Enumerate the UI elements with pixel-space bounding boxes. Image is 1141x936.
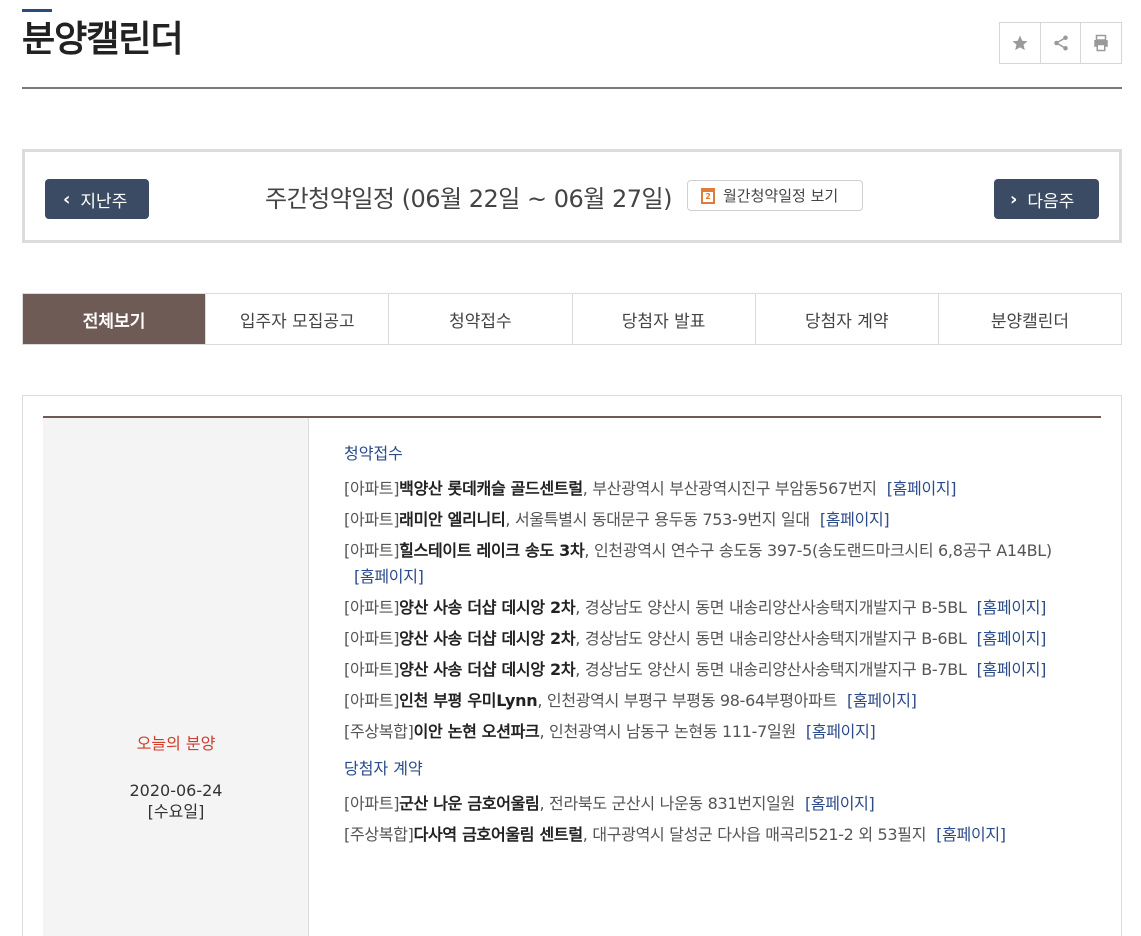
list-item: [주상복합]이안 논현 오션파크, 인천광역시 남동구 논현동 111-7일원 [… [344, 719, 1064, 745]
homepage-link[interactable]: [홈페이지] [820, 510, 890, 529]
monthly-schedule-label: 월간청약일정 보기 [723, 187, 839, 205]
monthly-schedule-button[interactable]: 2 월간청약일정 보기 [687, 180, 863, 211]
list-item: [아파트]백양산 롯데캐슬 골드센트럴, 부산광역시 부산광역시진구 부암동56… [344, 476, 1064, 502]
tab-application[interactable]: 청약접수 [389, 294, 573, 344]
list-item: [아파트]인천 부평 우미Lynn, 인천광역시 부평구 부평동 98-64부평… [344, 688, 1064, 714]
entry-kind: [아파트] [344, 510, 400, 529]
entry-address: , 인천광역시 연수구 송도동 397-5(송도랜드마크시티 6,8공구 A14… [584, 541, 1052, 560]
entry-name: 래미안 엘리니티 [399, 510, 506, 529]
entry-name: 양산 사송 더샵 데시앙 2차 [399, 629, 576, 648]
section-heading: 당첨자 계약 [344, 759, 423, 778]
entry-kind: [주상복합] [344, 722, 414, 741]
next-week-label: 다음주 [1027, 191, 1075, 212]
list-item: [아파트]군산 나운 금호어울림, 전라북도 군산시 나운동 831번지일원 [홈… [344, 791, 1064, 817]
list-item: [아파트]양산 사송 더샵 데시앙 2차, 경상남도 양산시 동면 내송리양산사… [344, 595, 1064, 621]
entry-address: , 경상남도 양산시 동면 내송리양산사송택지개발지구 B-5BL [575, 598, 967, 617]
entry-name: 양산 사송 더샵 데시앙 2차 [399, 598, 576, 617]
entry-kind: [아파트] [344, 541, 400, 560]
entry-address: , 전라북도 군산시 나운동 831번지일원 [539, 794, 795, 813]
page-tools [999, 22, 1122, 64]
entry-name: 인천 부평 우미Lynn [399, 691, 538, 710]
schedule-list: 청약접수 [아파트]백양산 롯데캐슬 골드센트럴, 부산광역시 부산광역시진구 부… [344, 442, 1064, 853]
entry-address: , 인천광역시 부평구 부평동 98-64부평아파트 [537, 691, 837, 710]
entry-name: 다사역 금호어울림 센트럴 [413, 825, 583, 844]
week-range-title: 주간청약일정 (06월 22일 ~ 06월 27일) [265, 185, 672, 213]
entry-name: 군산 나운 금호어울림 [399, 794, 540, 813]
favorite-button[interactable] [1000, 23, 1041, 63]
list-item: [주상복합]다사역 금호어울림 센트럴, 대구광역시 달성군 다사읍 매곡리52… [344, 822, 1064, 848]
calendar-icon: 2 [701, 187, 715, 204]
list-item: [아파트]양산 사송 더샵 데시앙 2차, 경상남도 양산시 동면 내송리양산사… [344, 626, 1064, 652]
title-divider [22, 87, 1122, 89]
tab-calendar[interactable]: 분양캘린더 [938, 294, 1122, 344]
entry-kind: [아파트] [344, 691, 400, 710]
entry-address: , 경상남도 양산시 동면 내송리양산사송택지개발지구 B-6BL [575, 629, 967, 648]
chevron-right-icon: › [1010, 188, 1018, 210]
section-heading: 청약접수 [344, 444, 403, 463]
date-info: 2020-06-24 [수요일] [43, 780, 309, 822]
date-column: 오늘의 분양 2020-06-24 [수요일] [43, 418, 309, 936]
homepage-link[interactable]: [홈페이지] [805, 794, 875, 813]
share-icon [1052, 34, 1070, 52]
homepage-link[interactable]: [홈페이지] [887, 479, 957, 498]
next-week-button[interactable]: › 다음주 [994, 179, 1099, 219]
tab-notice[interactable]: 입주자 모집공고 [206, 294, 390, 344]
homepage-link[interactable]: [홈페이지] [806, 722, 876, 741]
entry-name: 힐스테이트 레이크 송도 3차 [399, 541, 585, 560]
date-value: 2020-06-24 [129, 781, 223, 800]
weekday-value: [수요일] [147, 802, 205, 821]
homepage-link[interactable]: [홈페이지] [847, 691, 917, 710]
tab-winner-contract[interactable]: 당첨자 계약 [755, 294, 939, 344]
page-title: 분양캘린더 [22, 19, 184, 60]
week-navigator: ‹ 지난주 주간청약일정 (06월 22일 ~ 06월 27일) 2 월간청약일… [22, 149, 1122, 243]
homepage-link[interactable]: [홈페이지] [354, 567, 424, 586]
entry-kind: [아파트] [344, 794, 400, 813]
entry-name: 이안 논현 오션파크 [413, 722, 540, 741]
entry-name: 양산 사송 더샵 데시앙 2차 [399, 660, 576, 679]
prev-week-label: 지난주 [80, 191, 128, 212]
share-button[interactable] [1041, 23, 1082, 63]
entry-kind: [아파트] [344, 660, 400, 679]
entry-address: , 경상남도 양산시 동면 내송리양산사송택지개발지구 B-7BL [575, 660, 967, 679]
tab-winner-announcement[interactable]: 당첨자 발표 [572, 294, 756, 344]
entry-kind: [아파트] [344, 479, 400, 498]
star-icon [1011, 34, 1029, 52]
entry-address: , 서울특별시 동대문구 용두동 753-9번지 일대 [505, 510, 810, 529]
list-item: [아파트]힐스테이트 레이크 송도 3차, 인천광역시 연수구 송도동 397-… [344, 538, 1064, 590]
entry-address: , 부산광역시 부산광역시진구 부암동567번지 [582, 479, 877, 498]
list-item: [아파트]양산 사송 더샵 데시앙 2차, 경상남도 양산시 동면 내송리양산사… [344, 657, 1064, 683]
chevron-left-icon: ‹ [63, 188, 71, 210]
title-accent-bar [22, 9, 52, 12]
print-button[interactable] [1081, 23, 1121, 63]
entry-kind: [주상복합] [344, 825, 414, 844]
homepage-link[interactable]: [홈페이지] [977, 629, 1047, 648]
homepage-link[interactable]: [홈페이지] [977, 598, 1047, 617]
schedule-panel: 오늘의 분양 2020-06-24 [수요일] 청약접수 [아파트]백양산 롯데캐… [22, 395, 1122, 936]
entry-kind: [아파트] [344, 629, 400, 648]
entry-address: , 인천광역시 남동구 논현동 111-7일원 [539, 722, 796, 741]
list-item: [아파트]래미안 엘리니티, 서울특별시 동대문구 용두동 753-9번지 일대… [344, 507, 1064, 533]
tab-all[interactable]: 전체보기 [23, 294, 207, 344]
entry-address: , 대구광역시 달성군 다사읍 매곡리521-2 외 53필지 [582, 825, 927, 844]
homepage-link[interactable]: [홈페이지] [936, 825, 1006, 844]
prev-week-button[interactable]: ‹ 지난주 [45, 179, 149, 219]
entry-name: 백양산 롯데캐슬 골드센트럴 [399, 479, 583, 498]
category-tabs: 전체보기 입주자 모집공고 청약접수 당첨자 발표 당첨자 계약 분양캘린더 [22, 293, 1122, 345]
print-icon [1092, 34, 1110, 52]
today-label: 오늘의 분양 [136, 734, 216, 753]
entry-kind: [아파트] [344, 598, 400, 617]
homepage-link[interactable]: [홈페이지] [977, 660, 1047, 679]
